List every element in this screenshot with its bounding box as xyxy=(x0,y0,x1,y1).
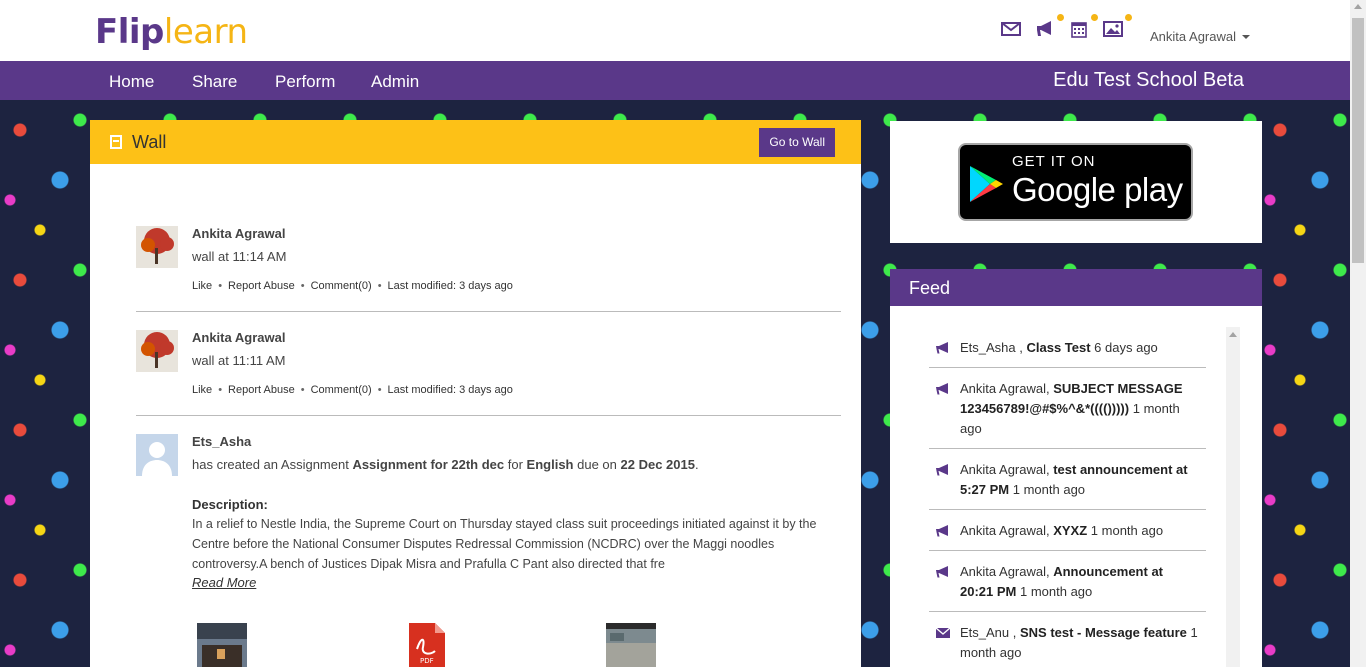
photo-thumbnail-icon[interactable] xyxy=(197,623,247,667)
school-name: Edu Test School Beta xyxy=(1053,69,1244,91)
separator: • xyxy=(300,384,305,396)
description-text: In a relief to Nestle India, the Supreme… xyxy=(192,517,817,571)
tree-avatar-icon xyxy=(136,226,178,268)
like-link[interactable]: Like xyxy=(192,280,212,292)
photo-thumbnail-icon[interactable] xyxy=(606,623,656,667)
megaphone-icon[interactable] xyxy=(1034,14,1064,40)
header-icons xyxy=(1000,14,1132,40)
tree-avatar-icon xyxy=(136,330,178,372)
read-more-link[interactable]: Read More xyxy=(192,575,256,590)
pdf-file-icon[interactable]: PDF xyxy=(407,623,447,667)
scroll-up-arrow-icon[interactable] xyxy=(1354,4,1362,9)
separator: • xyxy=(218,280,223,292)
divider xyxy=(136,311,841,312)
feed-panel: Feed Ets_Asha , Class Test 6 days ago An… xyxy=(890,269,1262,667)
report-abuse-link[interactable]: Report Abuse xyxy=(228,280,295,292)
feed-title: Feed xyxy=(890,269,1262,306)
image-icon[interactable] xyxy=(1102,14,1132,40)
megaphone-icon xyxy=(936,464,948,476)
comment-link[interactable]: Comment(0) xyxy=(311,384,372,396)
caret-down-icon xyxy=(1242,34,1250,39)
megaphone-icon xyxy=(936,383,948,395)
last-modified: Last modified: 3 days ago xyxy=(387,384,513,396)
page-scrollbar[interactable] xyxy=(1350,0,1366,667)
main-nav: Home Share Perform Admin Edu Test School… xyxy=(0,61,1350,100)
separator: • xyxy=(377,280,382,292)
feed-item[interactable]: Ankita Agrawal, XYXZ 1 month ago xyxy=(929,510,1206,551)
nav-home[interactable]: Home xyxy=(109,72,154,92)
separator: • xyxy=(218,384,223,396)
wall-icon xyxy=(110,135,122,149)
separator: • xyxy=(300,280,305,292)
subject: English xyxy=(526,457,574,472)
notification-dot xyxy=(1125,14,1132,21)
nav-perform[interactable]: Perform xyxy=(275,72,335,92)
comment-link[interactable]: Comment(0) xyxy=(311,280,372,292)
feed-item[interactable]: Ets_Asha , Class Test 6 days ago xyxy=(929,327,1206,368)
post-body: Ankita Agrawal wall at 11:14 AM Like • Re… xyxy=(192,226,832,292)
notification-dot xyxy=(1057,14,1064,21)
feed-item[interactable]: Ets_Anu , SNS test - Message feature 1 m… xyxy=(929,612,1206,667)
svg-text:PDF: PDF xyxy=(420,657,434,665)
post-text: has created an Assignment Assignment for… xyxy=(192,457,699,472)
user-menu[interactable]: Ankita Agrawal xyxy=(1150,29,1250,44)
google-play-box: GET IT ON Google play xyxy=(890,121,1262,243)
play-store-icon xyxy=(970,166,1003,202)
post-body: Ets_Asha has created an Assignment Assig… xyxy=(192,434,832,592)
google-play-text: Google play xyxy=(1012,171,1183,208)
post-author[interactable]: Ankita Agrawal xyxy=(192,330,832,345)
fliplearn-logo[interactable]: Flip learn xyxy=(95,12,248,52)
top-header: Flip learn Ankita Agrawal xyxy=(0,0,1350,61)
envelope-icon[interactable] xyxy=(1000,18,1022,40)
nav-admin[interactable]: Admin xyxy=(371,72,419,92)
google-play-badge[interactable]: GET IT ON Google play xyxy=(958,143,1193,221)
wall-panel: Wall Go to Wall Ankita Agrawal wall at 1… xyxy=(90,120,861,667)
wall-title: Wall xyxy=(132,132,167,152)
envelope-icon xyxy=(935,627,951,638)
notification-dot xyxy=(1091,14,1098,21)
report-abuse-link[interactable]: Report Abuse xyxy=(228,384,295,396)
last-modified: Last modified: 3 days ago xyxy=(387,280,513,292)
megaphone-icon xyxy=(936,566,948,578)
scroll-thumb[interactable] xyxy=(1352,18,1364,263)
post-actions: Like • Report Abuse • Comment(0) • Last mod… xyxy=(192,280,832,292)
get-it-on-text: GET IT ON xyxy=(1012,153,1096,170)
user-name: Ankita Agrawal xyxy=(1150,29,1236,44)
due-date: 22 Dec 2015 xyxy=(620,457,695,472)
post-text: wall at 11:14 AM xyxy=(192,249,287,264)
user-avatar-icon xyxy=(136,434,178,476)
separator: • xyxy=(377,384,382,396)
wall-header: Wall Go to Wall xyxy=(90,120,861,164)
feed-list: Ets_Asha , Class Test 6 days ago Ankita … xyxy=(929,327,1206,667)
feed-item[interactable]: Ankita Agrawal, SUBJECT MESSAGE 12345678… xyxy=(929,368,1206,449)
description-label: Description: xyxy=(192,497,268,512)
post-author[interactable]: Ets_Asha xyxy=(192,434,832,449)
go-to-wall-button[interactable]: Go to Wall xyxy=(759,128,835,157)
feed-item[interactable]: Ankita Agrawal, Announcement at 20:21 PM… xyxy=(929,551,1206,612)
calendar-icon[interactable] xyxy=(1068,14,1098,40)
assignment-title: Assignment for 22th dec xyxy=(352,457,505,472)
like-link[interactable]: Like xyxy=(192,384,212,396)
post-text: wall at 11:11 AM xyxy=(192,353,286,368)
post-author[interactable]: Ankita Agrawal xyxy=(192,226,832,241)
feed-scrollbar[interactable] xyxy=(1226,327,1240,667)
megaphone-icon xyxy=(936,342,948,354)
divider xyxy=(136,415,841,416)
feed-item[interactable]: Ankita Agrawal, test announcement at 5:2… xyxy=(929,449,1206,510)
megaphone-icon xyxy=(936,525,948,537)
nav-share[interactable]: Share xyxy=(192,72,237,92)
post-body: Ankita Agrawal wall at 11:11 AM Like • Re… xyxy=(192,330,832,396)
scroll-up-arrow-icon[interactable] xyxy=(1229,332,1237,337)
post-actions: Like • Report Abuse • Comment(0) • Last mod… xyxy=(192,384,832,396)
